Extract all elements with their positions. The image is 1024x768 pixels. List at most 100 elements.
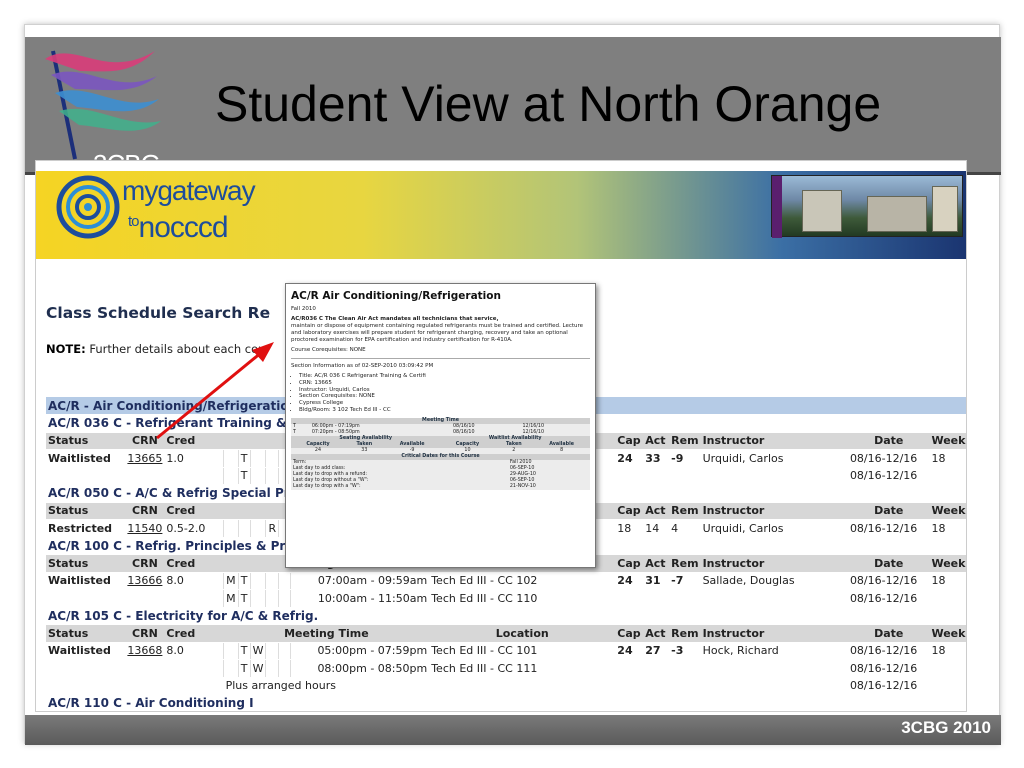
status-cell: Waitlisted	[46, 449, 126, 468]
crn-link[interactable]	[125, 467, 165, 485]
note-body: Further details about each cour	[89, 342, 271, 356]
location-cell: Tech Ed III - CC 101	[429, 642, 616, 660]
col-weeks: Weeks	[929, 502, 966, 520]
rem-cell	[669, 467, 701, 485]
location-cell: Tech Ed III - CC 111	[429, 659, 616, 678]
slide-title: Student View at North Orange	[215, 76, 882, 132]
col-cap: Cap	[615, 502, 644, 520]
col-act: Act	[643, 554, 670, 573]
popup-desc: maintain or dispose of equipment contain…	[291, 323, 584, 343]
cap-cell: 24	[615, 642, 644, 660]
col-cap: Cap	[615, 554, 644, 573]
rem-cell	[669, 677, 701, 695]
day-cell: W	[249, 659, 266, 678]
col-crn: CRN	[125, 502, 165, 520]
popup-details-list: Title: AC/R 036 C Refrigerant Training &…	[299, 373, 590, 414]
cred-cell: 8.0	[164, 642, 224, 660]
location-cell: Tech Ed III - CC 102	[429, 572, 616, 590]
table-row: T W 08:00pm - 08:50pm Tech Ed III - CC 111 0…	[46, 659, 966, 678]
cred-cell: 0.5-2.0	[164, 519, 224, 538]
col-cred: Cred	[164, 502, 224, 520]
course-title: AC/R 105 C - Electricity for A/C & Refri…	[46, 607, 966, 625]
status-cell	[46, 659, 126, 678]
note-text: NOTE: Further details about each cour	[46, 342, 270, 356]
col-meeting: Meeting Time	[223, 624, 430, 643]
status-cell	[46, 677, 126, 695]
rem-cell	[669, 589, 701, 608]
day-cell: T	[237, 589, 251, 608]
status-cell	[46, 589, 126, 608]
table-row: Plus arranged hours 08/16-12/16	[46, 677, 966, 695]
instructor-cell	[700, 659, 848, 678]
act-cell: 33	[643, 449, 670, 468]
col-date: Date	[847, 432, 930, 450]
weeks-cell: 18	[929, 642, 966, 660]
day-cell	[278, 659, 291, 678]
date-cell: 08/16-12/16	[847, 677, 930, 695]
day-cell: W	[249, 642, 266, 660]
cap-cell	[615, 467, 644, 485]
act-cell: 31	[643, 572, 670, 590]
day-cell	[249, 572, 266, 590]
day-cell	[265, 659, 279, 678]
course-title: AC/R 110 C - Air Conditioning I	[46, 694, 966, 711]
crn-link[interactable]	[125, 659, 165, 678]
weeks-cell	[929, 467, 966, 485]
col-weeks: Weeks	[929, 432, 966, 450]
weeks-cell: 18	[929, 572, 966, 590]
date-cell: 08/16-12/16	[847, 659, 930, 678]
instructor-cell: Urquidi, Carlos	[700, 449, 848, 468]
col-rem: Rem	[669, 554, 701, 573]
popup-date-cell: Last day to drop with a "W":	[291, 483, 508, 490]
popup-desc-lead: AC/R036 C The Clean Air Act mandates all…	[291, 316, 499, 322]
day-cell	[289, 572, 302, 590]
page-heading: Class Schedule Search Re	[46, 304, 271, 322]
portal-screenshot: mygateway tonocccd Class Schedule Search…	[35, 160, 967, 712]
crn-link[interactable]	[125, 589, 165, 608]
day-cell: M	[223, 589, 239, 608]
day-cell	[265, 572, 279, 590]
weeks-cell	[929, 589, 966, 608]
status-cell	[46, 467, 126, 485]
col-status: Status	[46, 624, 126, 643]
instructor-cell	[700, 677, 848, 695]
popup-date-cell: 21-NOV-10	[507, 483, 590, 490]
table-row: Waitlisted 13666 8.0 M T 07:00am - 09:59am Tec…	[46, 572, 966, 590]
crn-link[interactable]: 13666	[125, 572, 165, 590]
day-cell	[289, 642, 302, 660]
day-cell	[223, 642, 239, 660]
crn-link[interactable]: 13668	[125, 642, 165, 660]
cred-cell	[164, 467, 224, 485]
portal-logo-name: nocccd	[138, 211, 229, 244]
day-cell	[289, 589, 302, 608]
instructor-cell	[700, 589, 848, 608]
crn-link[interactable]: 13665	[125, 449, 165, 468]
col-cap: Cap	[615, 432, 644, 450]
rem-cell	[669, 659, 701, 678]
col-rem: Rem	[669, 624, 701, 643]
cred-cell: 1.0	[164, 449, 224, 468]
crn-link[interactable]	[125, 677, 165, 695]
col-cred: Cred	[164, 624, 224, 643]
day-cell: T	[237, 449, 251, 468]
day-cell	[278, 642, 291, 660]
popup-title: AC/R Air Conditioning/Refrigeration	[291, 290, 501, 302]
weeks-cell	[929, 659, 966, 678]
portal-logo-to: to	[128, 213, 139, 230]
portal-banner: mygateway tonocccd	[36, 171, 966, 259]
col-rem: Rem	[669, 432, 701, 450]
campus-photo	[771, 175, 963, 238]
col-status: Status	[46, 502, 126, 520]
date-cell: 08/16-12/16	[847, 519, 930, 538]
col-weeks: Weeks	[929, 624, 966, 643]
popup-detail-item: Bldg/Room: 3 102 Tech Ed III - CC	[299, 407, 590, 414]
act-cell	[643, 659, 670, 678]
col-crn: CRN	[125, 554, 165, 573]
crn-link[interactable]: 11540	[125, 519, 165, 538]
col-cred: Cred	[164, 432, 224, 450]
col-instructor: Instructor	[700, 502, 848, 520]
day-cell	[249, 519, 266, 538]
day-cell	[289, 659, 302, 678]
col-cred: Cred	[164, 554, 224, 573]
popup-coreq: Course Corequisites: NONE	[291, 347, 366, 353]
